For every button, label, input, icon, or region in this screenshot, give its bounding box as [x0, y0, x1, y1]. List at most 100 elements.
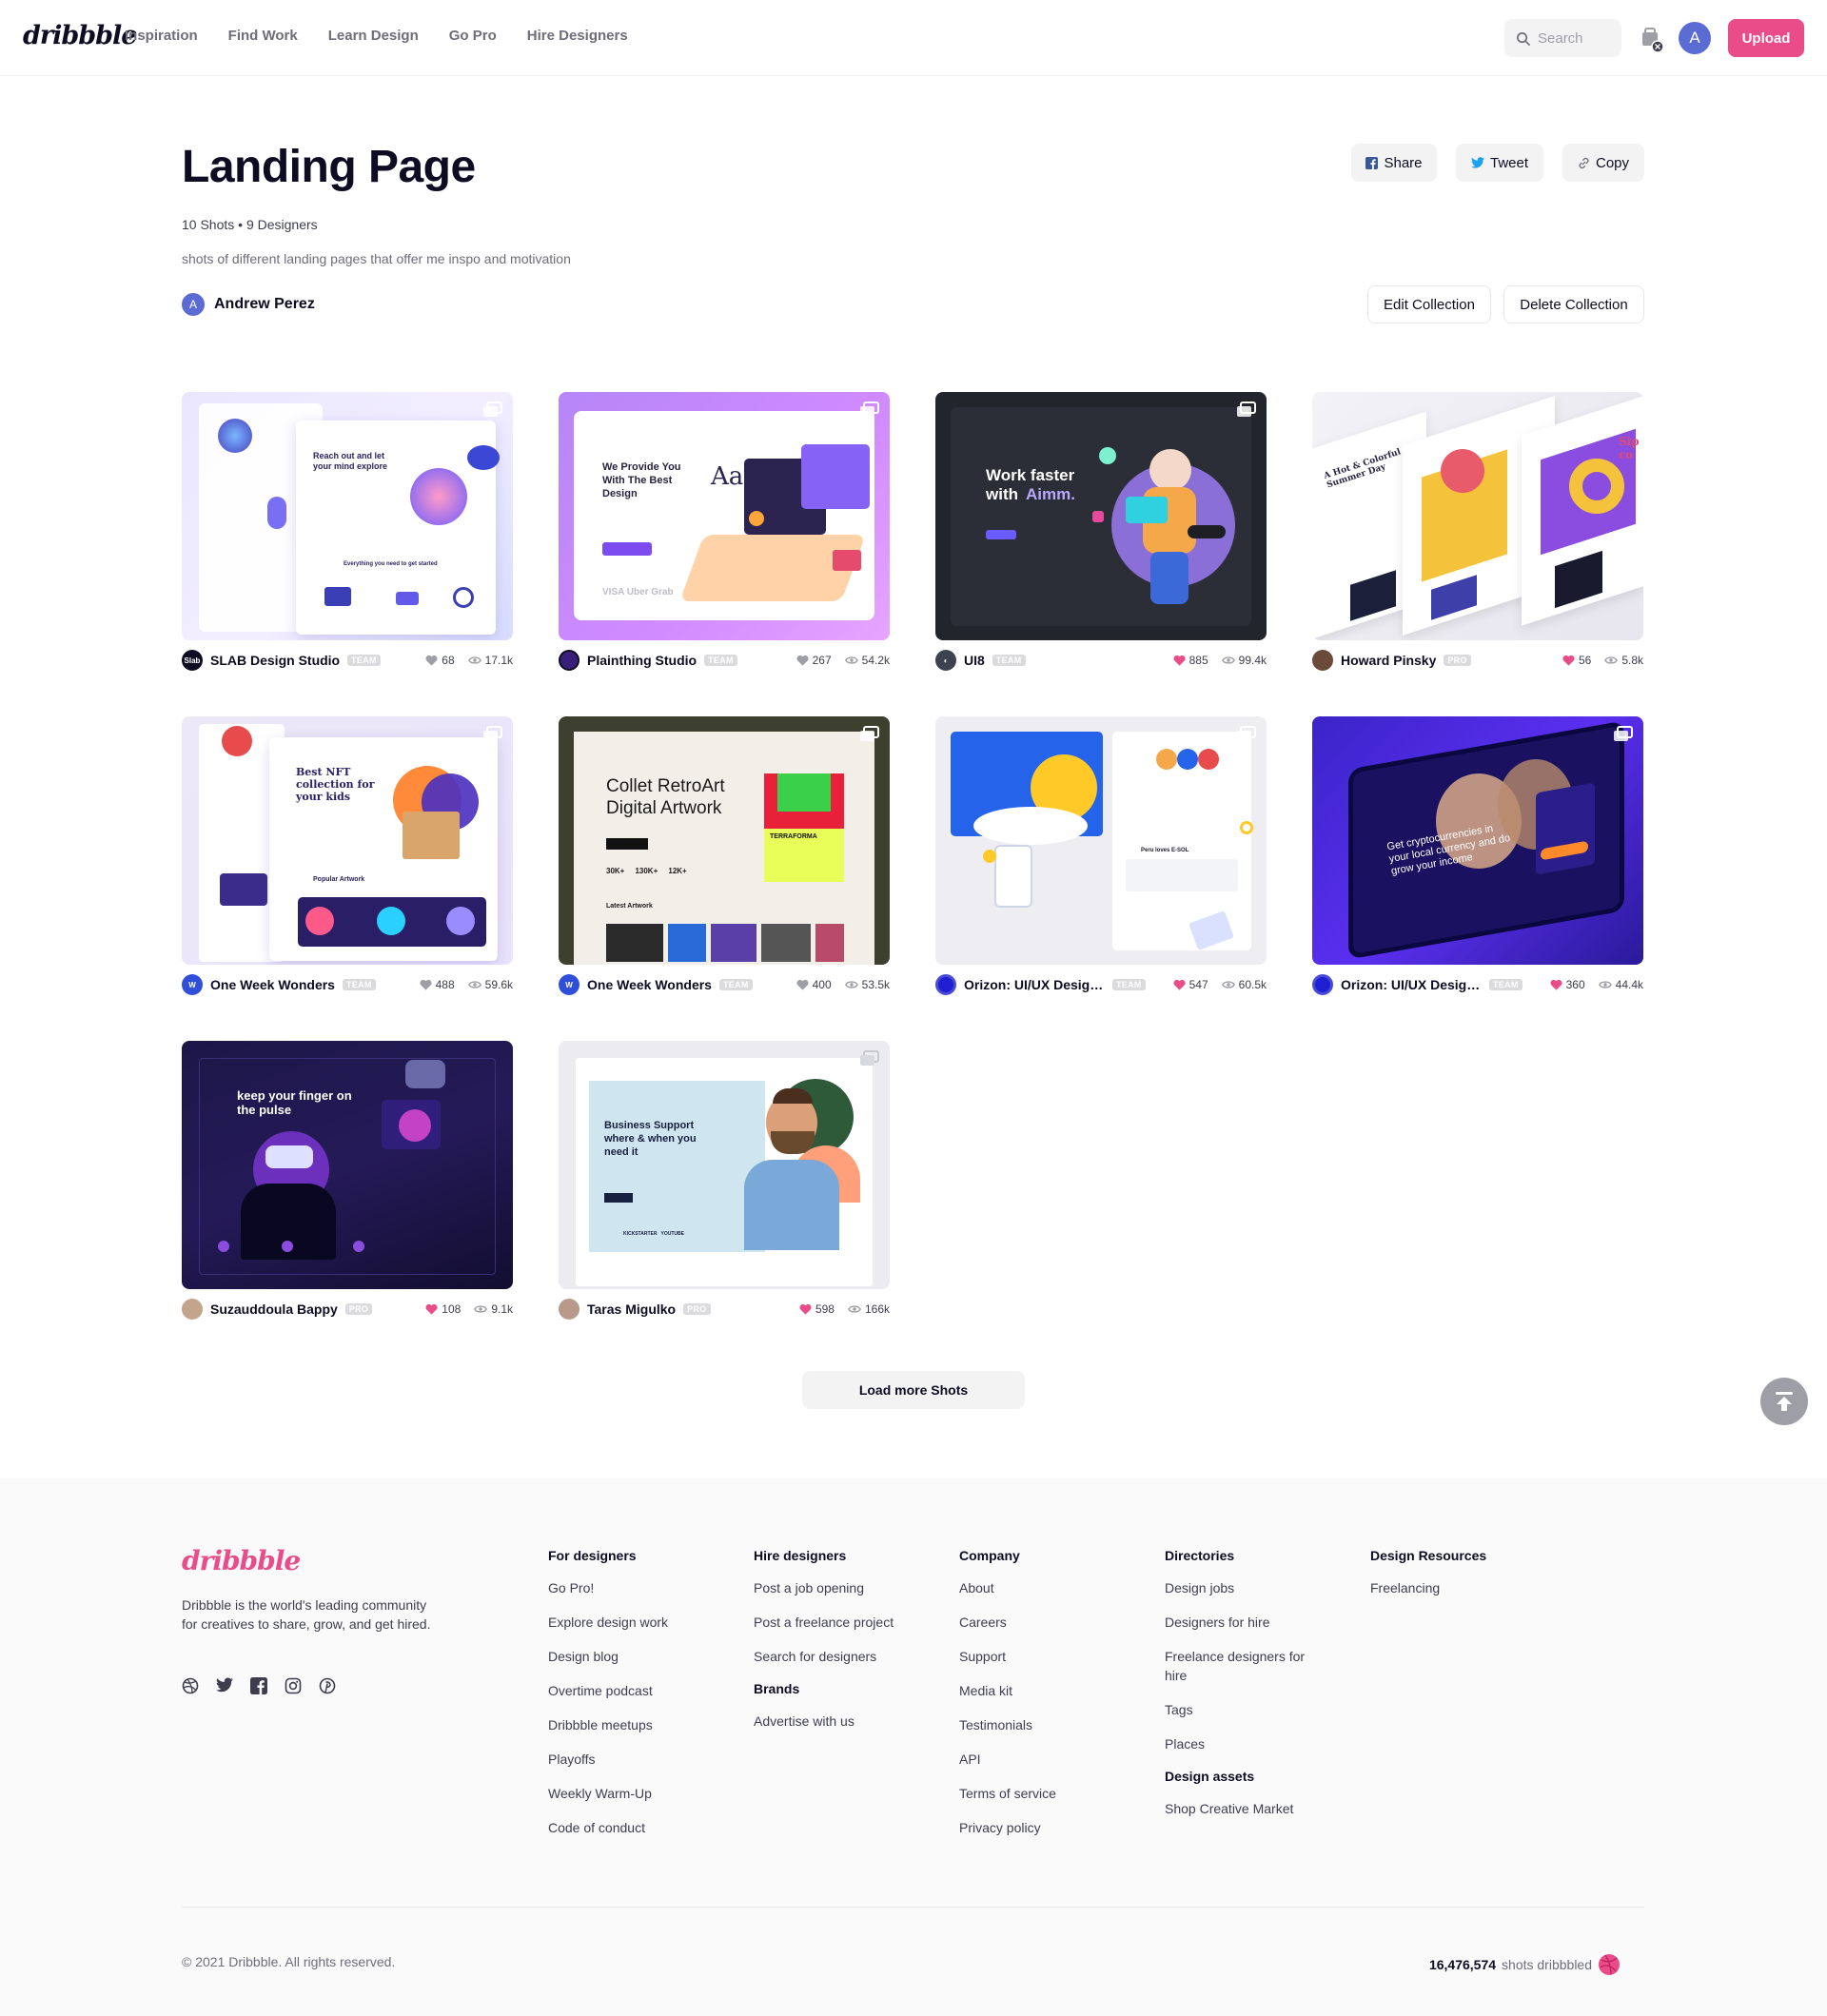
copy-link-button[interactable]: Copy [1562, 144, 1644, 182]
footer-link[interactable]: Weekly Warm-Up [548, 1784, 719, 1803]
user-avatar[interactable]: A [1679, 22, 1711, 54]
shot-thumbnail[interactable]: We Provide You With The Best Design VISA… [559, 392, 890, 640]
like-icon[interactable] [1173, 979, 1186, 990]
designer-name[interactable]: Taras Migulko [587, 1302, 676, 1317]
shot-card[interactable]: Keep your finger on the pulse Suzauddoul… [182, 1041, 513, 1320]
load-more-button[interactable]: Load more Shots [802, 1371, 1025, 1409]
footer-link[interactable]: Freelance designers for hire [1165, 1647, 1307, 1685]
shot-thumbnail[interactable]: Best NFT collection for your kids Popula… [182, 716, 513, 965]
designer-avatar[interactable]: ◐ [935, 650, 956, 671]
shot-thumbnail[interactable]: Get cryptocurrencies in your local curre… [1312, 716, 1643, 965]
footer-link[interactable]: Code of conduct [548, 1818, 719, 1837]
twitter-icon[interactable] [216, 1677, 233, 1693]
footer-link[interactable]: Media kit [959, 1681, 1130, 1700]
share-facebook-button[interactable]: Share [1351, 144, 1437, 182]
shot-card[interactable]: We Provide You With The Best Design VISA… [559, 392, 890, 671]
designer-avatar[interactable] [559, 650, 580, 671]
like-icon[interactable] [1173, 655, 1186, 666]
footer-link[interactable]: Freelancing [1370, 1578, 1542, 1597]
shot-thumbnail[interactable]: Collet RetroArt Digital Artwork 30K+ 130… [559, 716, 890, 965]
shot-card[interactable]: Best NFT collection for your kids Popula… [182, 716, 513, 995]
designer-avatar[interactable] [1312, 974, 1333, 995]
designer-avatar[interactable] [182, 1299, 203, 1320]
like-icon[interactable] [1562, 655, 1575, 666]
like-icon[interactable] [796, 979, 809, 990]
footer-link[interactable]: Design blog [548, 1647, 719, 1666]
shot-thumbnail[interactable]: A Hot & Colorful Summer Day Sip co [1312, 392, 1643, 640]
shot-card[interactable]: Work faster with Aimm. ◐ UI8 TEAM 885 99… [935, 392, 1267, 671]
footer-link[interactable]: Testimonials [959, 1715, 1130, 1734]
shot-card[interactable]: A Hot & Colorful Summer Day Sip co Howar… [1312, 392, 1643, 671]
footer-link[interactable]: Explore design work [548, 1613, 719, 1632]
designer-name[interactable]: One Week Wonders [587, 977, 712, 992]
footer-link[interactable]: Design jobs [1165, 1578, 1307, 1597]
footer-link[interactable]: Overtime podcast [548, 1681, 719, 1700]
footer-link[interactable]: Support [959, 1647, 1130, 1666]
shot-thumbnail[interactable]: Reach out and let your mind explore Ever… [182, 392, 513, 640]
footer-link[interactable]: Post a job opening [754, 1578, 896, 1597]
designer-name[interactable]: Howard Pinsky [1341, 653, 1436, 668]
designer-name[interactable]: One Week Wonders [210, 977, 335, 992]
dribbble-logo[interactable]: dribbble [23, 21, 137, 50]
like-icon[interactable] [420, 979, 432, 990]
like-icon[interactable] [796, 655, 809, 666]
footer-link[interactable]: Careers [959, 1613, 1130, 1632]
footer-link[interactable]: Dribbble meetups [548, 1715, 719, 1734]
designer-name[interactable]: Plainthing Studio [587, 653, 697, 668]
nav-learn-design[interactable]: Learn Design [328, 28, 419, 44]
footer-link[interactable]: Advertise with us [754, 1712, 896, 1731]
shot-thumbnail[interactable]: Business Support where & when you need i… [559, 1041, 890, 1289]
footer-link[interactable]: Terms of service [959, 1784, 1130, 1803]
owner-name[interactable]: Andrew Perez [214, 296, 315, 313]
designer-avatar[interactable]: Slab [182, 650, 203, 671]
footer-link[interactable]: Post a freelance project [754, 1613, 896, 1632]
nav-hire-designers[interactable]: Hire Designers [527, 28, 628, 44]
nav-go-pro[interactable]: Go Pro [449, 28, 497, 44]
designer-avatar[interactable] [559, 1299, 580, 1320]
delete-collection-button[interactable]: Delete Collection [1503, 285, 1644, 323]
like-icon[interactable] [799, 1303, 812, 1315]
upload-button[interactable]: Upload [1728, 19, 1804, 57]
designer-avatar[interactable] [1312, 650, 1333, 671]
shot-thumbnail[interactable]: Keep your finger on the pulse [182, 1041, 513, 1289]
shot-thumbnail[interactable]: Peru loves E-SOL [935, 716, 1267, 965]
designer-name[interactable]: UI8 [964, 653, 985, 668]
search-box[interactable] [1504, 19, 1621, 57]
tweet-button[interactable]: Tweet [1456, 144, 1543, 182]
search-input[interactable] [1538, 29, 1614, 47]
designer-name[interactable]: Suzauddoula Bappy [210, 1302, 338, 1317]
shopping-bag-icon[interactable] [1640, 27, 1665, 55]
designer-name[interactable]: Orizon: UI/UX Design A... [964, 977, 1105, 992]
footer-logo[interactable]: dribbble [182, 1545, 301, 1576]
shot-card[interactable]: Business Support where & when you need i… [559, 1041, 890, 1320]
footer-link[interactable]: Designers for hire [1165, 1613, 1307, 1632]
edit-collection-button[interactable]: Edit Collection [1367, 285, 1491, 323]
shot-card[interactable]: Collet RetroArt Digital Artwork 30K+ 130… [559, 716, 890, 995]
shot-thumbnail[interactable]: Work faster with Aimm. [935, 392, 1267, 640]
footer-link[interactable]: Search for designers [754, 1647, 896, 1666]
footer-link[interactable]: Tags [1165, 1700, 1307, 1719]
designer-name[interactable]: SLAB Design Studio [210, 653, 340, 668]
designer-avatar[interactable]: W [182, 974, 203, 995]
facebook-icon[interactable] [250, 1677, 267, 1694]
footer-link[interactable]: Playoffs [548, 1750, 719, 1769]
shot-card[interactable]: Get cryptocurrencies in your local curre… [1312, 716, 1643, 995]
like-icon[interactable] [1550, 979, 1562, 990]
collection-owner[interactable]: A Andrew Perez [182, 293, 315, 316]
like-icon[interactable] [425, 655, 438, 666]
scroll-to-top-button[interactable] [1760, 1378, 1808, 1425]
shot-card[interactable]: Peru loves E-SOL Orizon: UI/UX Design A.… [935, 716, 1267, 995]
footer-link[interactable]: Places [1165, 1734, 1307, 1753]
shot-card[interactable]: Reach out and let your mind explore Ever… [182, 392, 513, 671]
footer-link[interactable]: API [959, 1750, 1130, 1769]
dribbble-icon[interactable] [182, 1677, 199, 1694]
nav-inspiration[interactable]: Inspiration [125, 28, 198, 44]
designer-name[interactable]: Orizon: UI/UX Design ... [1341, 977, 1482, 992]
footer-link[interactable]: Shop Creative Market [1165, 1799, 1307, 1818]
pinterest-icon[interactable] [319, 1677, 336, 1694]
footer-link[interactable]: Go Pro! [548, 1578, 719, 1597]
designer-avatar[interactable] [935, 974, 956, 995]
instagram-icon[interactable] [285, 1677, 302, 1694]
designer-avatar[interactable]: W [559, 974, 580, 995]
nav-find-work[interactable]: Find Work [228, 28, 298, 44]
